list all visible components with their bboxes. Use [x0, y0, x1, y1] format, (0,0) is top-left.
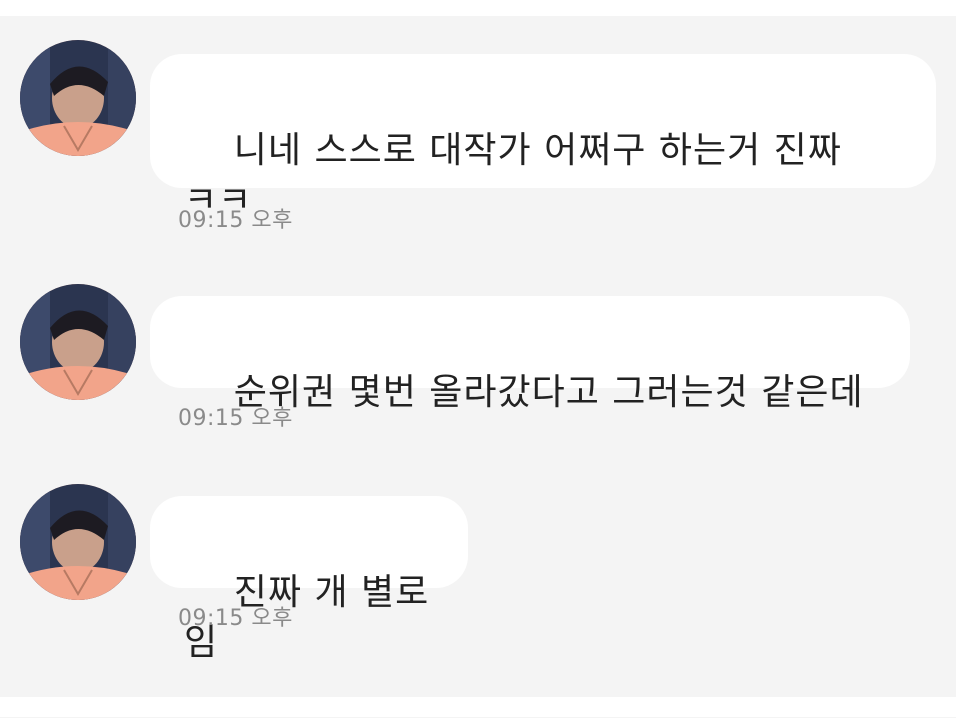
message-time: 09:15 오후	[178, 606, 293, 631]
top-edge	[0, 0, 956, 16]
avatar[interactable]	[20, 284, 136, 400]
message-bubble: 니네 스스로 대작가 어쩌구 하는거 진짜 ㅋㅋ	[150, 54, 936, 221]
avatar-image	[20, 284, 136, 400]
message-time: 09:15 오후	[178, 208, 293, 233]
avatar[interactable]	[20, 40, 136, 156]
message-bubble: 순위권 몇번 올라갔다고 그러는것 같은데	[150, 296, 910, 413]
avatar-image	[20, 40, 136, 156]
avatar[interactable]	[20, 484, 136, 600]
message-bubble: 진짜 개 별로임	[150, 496, 468, 663]
message-text: 순위권 몇번 올라갔다고 그러는것 같은데	[233, 372, 864, 413]
avatar-image	[20, 484, 136, 600]
bottom-edge	[0, 697, 956, 717]
message-time: 09:15 오후	[178, 406, 293, 431]
